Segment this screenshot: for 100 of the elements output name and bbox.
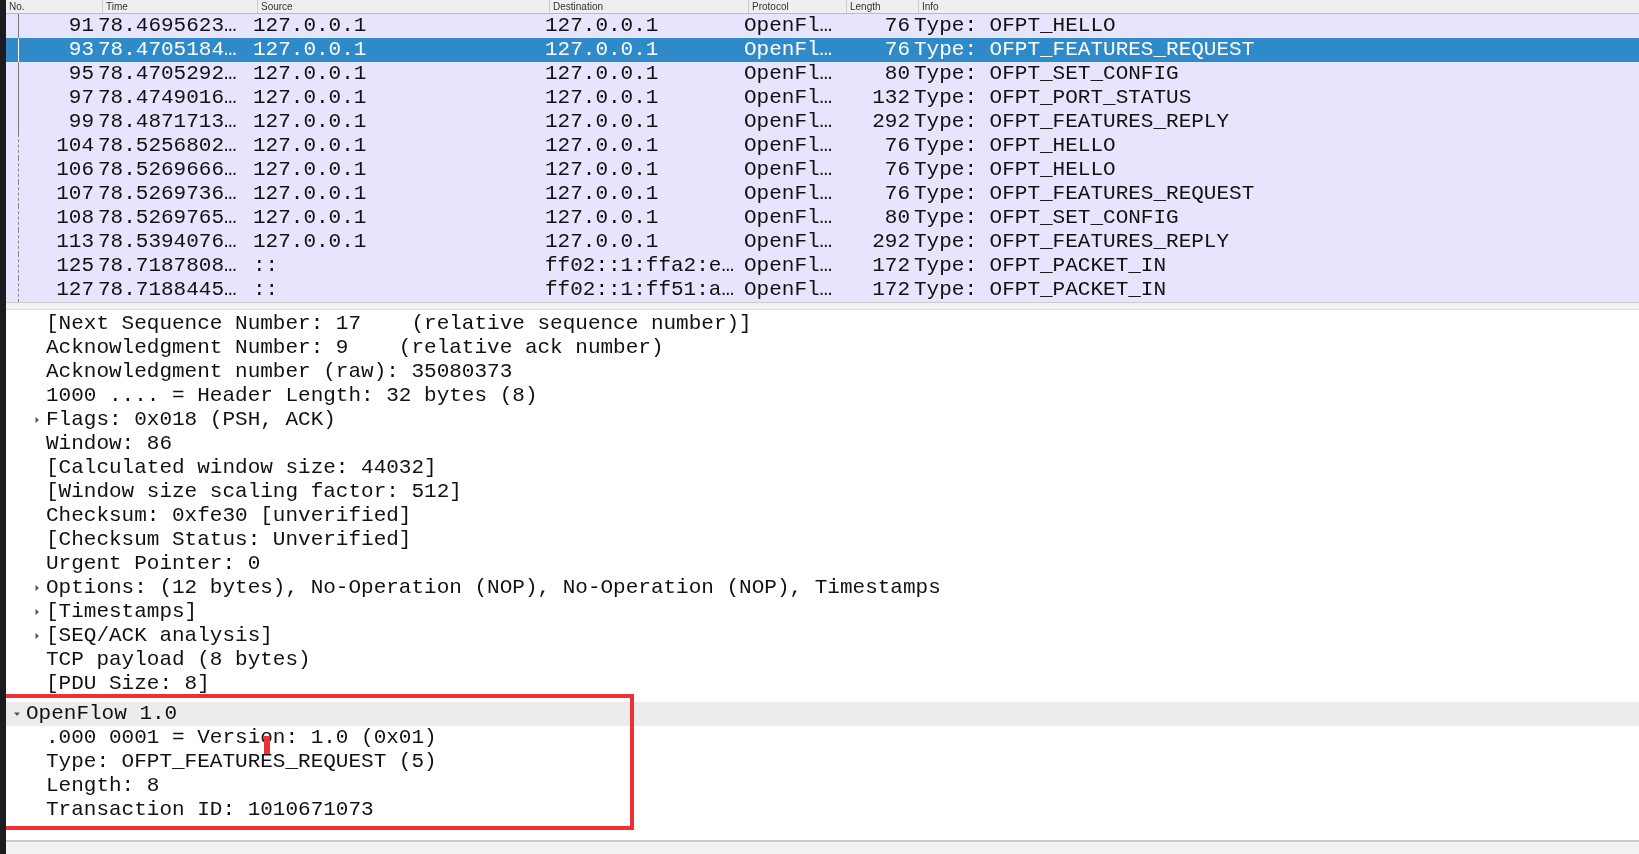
packet-row[interactable]: 95 78.4705292… 127.0.0.1 127.0.0.1 OpenFl… 80 Type: OFPT_SET_CONFIG (6, 62, 1639, 86)
table-cell-text: 76 (883, 14, 911, 38)
table-cell-text: 127.0.0.1 (545, 134, 660, 158)
packet-row[interactable]: 104 78.5256802… 127.0.0.1 127.0.0.1 OpenFl… 76 Type: OFPT_HELLO (6, 134, 1639, 158)
packet-row[interactable]: 91 78.4695623… 127.0.0.1 127.0.0.1 OpenFl… 76 Type: OFPT_HELLO (6, 14, 1639, 38)
table-cell-text: 125 (55, 254, 95, 278)
table-cell-text: 127.0.0.1 (253, 182, 368, 206)
packet-row[interactable]: 99 78.4871713… 127.0.0.1 127.0.0.1 OpenFl… 292 Type: OFPT_FEATURES_REPLY (6, 110, 1639, 134)
table-cell-text: 172 (871, 278, 911, 302)
table-cell-text: 106 (55, 158, 95, 182)
column-header[interactable]: Info (918, 0, 1639, 13)
table-cell-text: 127.0.0.1 (253, 230, 368, 254)
table-cell-text: 113 (55, 230, 95, 254)
expand-arrow-icon[interactable] (33, 584, 41, 592)
collapse-arrow-icon[interactable] (13, 710, 21, 718)
table-cell-text: 292 (871, 110, 911, 134)
table-cell-text: 80 (883, 62, 911, 86)
detail-field[interactable]: [Window size scaling factor: 512] (46, 480, 462, 504)
detail-field[interactable]: Window: 86 (46, 432, 173, 456)
detail-field[interactable]: TCP payload (8 bytes) (46, 648, 311, 672)
table-cell-text: 127.0.0.1 (545, 206, 660, 230)
expand-arrow-icon[interactable] (33, 608, 41, 616)
detail-field[interactable]: Type: OFPT_FEATURES_REQUEST (5) (46, 750, 437, 774)
detail-field[interactable]: [PDU Size: 8] (46, 672, 210, 696)
table-cell-text: 78.4705292… (98, 62, 238, 86)
table-cell-text: OpenFl… (744, 110, 834, 134)
table-cell-text: Type: OFPT_PACKET_IN (914, 254, 1168, 278)
table-cell-text: 127.0.0.1 (545, 110, 660, 134)
table-cell-text: 127.0.0.1 (253, 134, 368, 158)
table-cell-text: 76 (883, 158, 911, 182)
detail-field[interactable]: OpenFlow 1.0 (26, 702, 178, 726)
table-cell-text: 127.0.0.1 (253, 110, 368, 134)
table-cell-text: 127.0.0.1 (545, 38, 660, 62)
packet-row[interactable]: 125 78.7187808… :: ff02::1:ffa2:e… OpenFl… 172 Type: OFPT_PACKET_IN (6, 254, 1639, 278)
table-cell-text: OpenFl… (744, 86, 834, 110)
table-cell-text: 78.4749016… (98, 86, 238, 110)
table-cell-text: Type: OFPT_PACKET_IN (914, 278, 1168, 302)
packet-row[interactable]: 113 78.5394076… 127.0.0.1 127.0.0.1 OpenFl… 292 Type: OFPT_FEATURES_REPLY (6, 230, 1639, 254)
expand-arrow-icon[interactable] (33, 416, 41, 424)
detail-field[interactable]: .000 0001 = Version: 1.0 (0x01) (46, 726, 437, 750)
detail-field[interactable]: [Calculated window size: 44032] (46, 456, 437, 480)
packet-row[interactable]: 93 78.4705184… 127.0.0.1 127.0.0.1 OpenFl… 76 Type: OFPT_FEATURES_REQUEST (6, 38, 1639, 62)
detail-field[interactable]: Acknowledgment number (raw): 35080373 (46, 360, 513, 384)
table-cell-text: 78.7188445… (98, 278, 238, 302)
table-cell-text: 76 (883, 182, 911, 206)
table-cell-text: 292 (871, 230, 911, 254)
table-cell-text: 107 (55, 182, 95, 206)
detail-field[interactable]: [Next Sequence Number: 17 (relative sequence number)] (46, 312, 752, 336)
table-cell-text: OpenFl… (744, 206, 834, 230)
table-cell-text: OpenFl… (744, 230, 834, 254)
packet-row[interactable]: 107 78.5269736… 127.0.0.1 127.0.0.1 OpenFl… 76 Type: OFPT_FEATURES_REQUEST (6, 182, 1639, 206)
table-cell-text: Type: OFPT_SET_CONFIG (914, 62, 1180, 86)
table-cell-text: 76 (883, 38, 911, 62)
table-cell-text: :: (253, 278, 280, 302)
table-cell-text: 99 (67, 110, 95, 134)
detail-field[interactable]: Acknowledgment Number: 9 (relative ack number) (46, 336, 664, 360)
detail-field[interactable]: [Checksum Status: Unverified] (46, 528, 412, 552)
expand-arrow-icon[interactable] (33, 632, 41, 640)
detail-field[interactable]: Checksum: 0xfe30 [unverified] (46, 504, 412, 528)
table-cell-text: 78.5269765… (98, 206, 238, 230)
table-cell-text: Type: OFPT_FEATURES_REPLY (914, 230, 1231, 254)
packet-row[interactable]: 97 78.4749016… 127.0.0.1 127.0.0.1 OpenFl… 132 Type: OFPT_PORT_STATUS (6, 86, 1639, 110)
detail-field[interactable]: [Timestamps] (46, 600, 198, 624)
table-cell-text: 132 (871, 86, 911, 110)
table-cell-text: 80 (883, 206, 911, 230)
table-cell-text: OpenFl… (744, 278, 834, 302)
packet-row[interactable]: 108 78.5269765… 127.0.0.1 127.0.0.1 OpenFl… 80 Type: OFPT_SET_CONFIG (6, 206, 1639, 230)
packet-row[interactable]: 106 78.5269666… 127.0.0.1 127.0.0.1 OpenFl… 76 Type: OFPT_HELLO (6, 158, 1639, 182)
table-cell-text: Type: OFPT_PORT_STATUS (914, 86, 1193, 110)
table-cell-text: OpenFl… (744, 14, 834, 38)
table-cell-text: 104 (55, 134, 95, 158)
column-header[interactable]: Destination (549, 0, 748, 13)
table-cell-text: 127 (55, 278, 95, 302)
detail-field[interactable]: Length: 8 (46, 774, 160, 798)
table-cell-text: OpenFl… (744, 134, 834, 158)
table-cell-text: 172 (871, 254, 911, 278)
table-cell-text: 127.0.0.1 (545, 182, 660, 206)
table-cell-text: Type: OFPT_HELLO (914, 14, 1117, 38)
table-cell-text: OpenFl… (744, 38, 834, 62)
table-cell-text: 93 (67, 38, 95, 62)
column-header[interactable]: No. (6, 0, 102, 13)
table-cell-text: 127.0.0.1 (253, 86, 368, 110)
table-cell-text: 78.5269666… (98, 158, 238, 182)
table-cell-text: Type: OFPT_FEATURES_REQUEST (914, 38, 1256, 62)
detail-field[interactable]: [SEQ/ACK analysis] (46, 624, 273, 648)
table-cell-text: 78.7187808… (98, 254, 238, 278)
column-header[interactable]: Length (846, 0, 918, 13)
column-header[interactable]: Source (257, 0, 549, 13)
column-header[interactable]: Protocol (748, 0, 846, 13)
detail-field[interactable]: Transaction ID: 1010671073 (46, 798, 374, 822)
column-header[interactable]: Time (102, 0, 257, 13)
detail-field[interactable]: 1000 .... = Header Length: 32 bytes (8) (46, 384, 538, 408)
table-cell-text: 95 (67, 62, 95, 86)
table-cell-text: 127.0.0.1 (545, 86, 660, 110)
table-cell-text: 127.0.0.1 (253, 14, 368, 38)
table-cell-text: OpenFl… (744, 158, 834, 182)
table-cell-text: :: (253, 254, 280, 278)
detail-field[interactable]: Flags: 0x018 (PSH, ACK) (46, 408, 336, 432)
detail-field[interactable]: Options: (12 bytes), No-Operation (NOP), No-Operation (NOP), Timestamps (46, 576, 941, 600)
detail-field[interactable]: Urgent Pointer: 0 (46, 552, 261, 576)
